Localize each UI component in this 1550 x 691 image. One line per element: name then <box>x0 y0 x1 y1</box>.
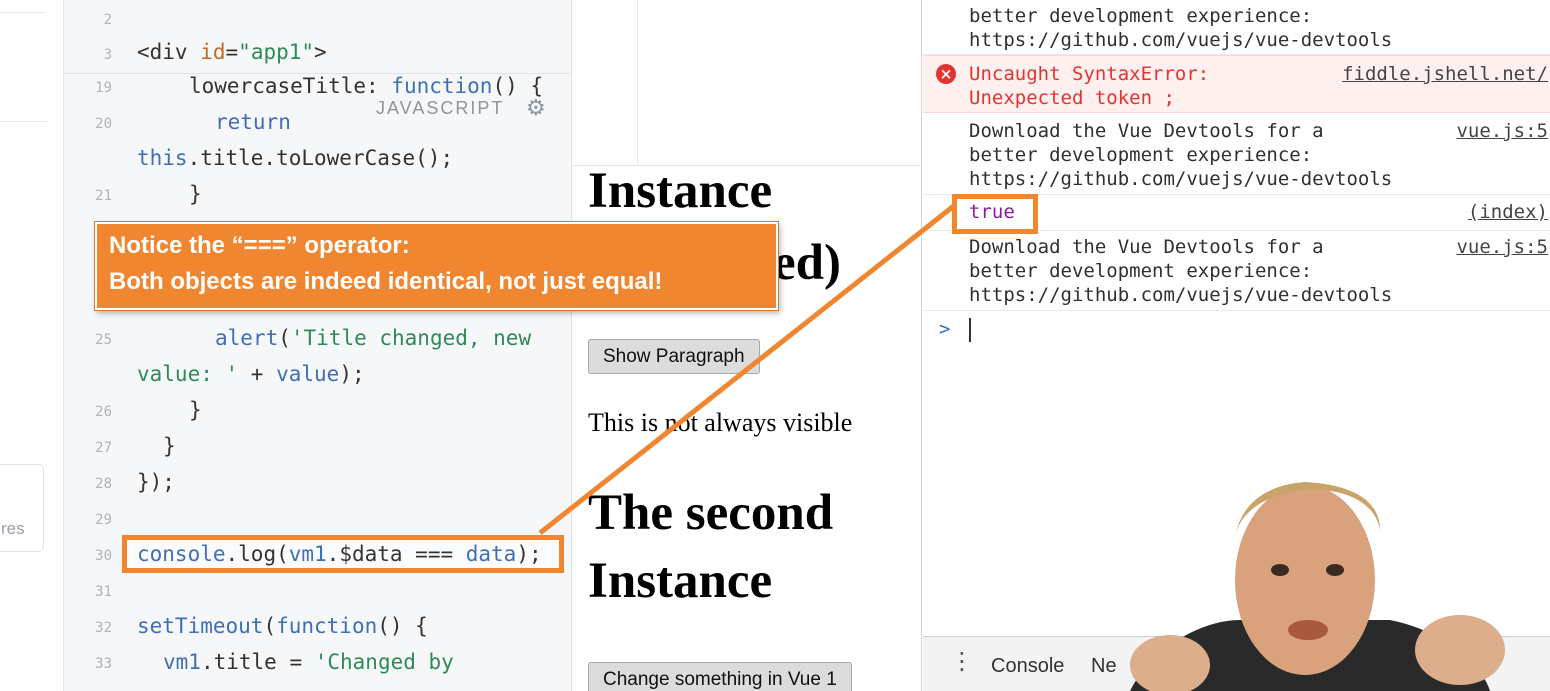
html-panel[interactable]: 2 3 <div id="app1"> <box>64 0 571 74</box>
code-text: console.log(vm1.$data === data); <box>137 542 542 566</box>
code-line: 27 } <box>64 432 571 462</box>
code-text: vm1.title = 'Changed by <box>163 650 454 674</box>
source-link[interactable]: (index) <box>1468 200 1548 224</box>
code-text: } <box>189 182 202 206</box>
devtools-console[interactable]: better development experience: https://gi… <box>923 0 1550 691</box>
code-line: 25 alert('Title changed, new <box>64 324 571 354</box>
code-text: value: ' + value); <box>137 362 365 386</box>
code-text: alert('Title changed, new <box>215 326 532 350</box>
instance-heading-continued: ed) <box>773 235 841 291</box>
code-line: 33 vm1.title = 'Changed by <box>64 648 571 678</box>
code-text: } <box>163 434 176 458</box>
console-message-text: Download the Vue Devtools for a better de… <box>969 120 1393 190</box>
error-message-text: Uncaught SyntaxError: Unexpected token ; <box>969 63 1210 109</box>
sidebar-divider <box>0 121 46 122</box>
callout-line-2: Both objects are indeed identical, not j… <box>109 268 663 295</box>
code-text: return <box>215 110 291 134</box>
result-toolbar <box>573 0 921 166</box>
more-options-icon[interactable]: ⋮ <box>950 649 974 673</box>
sidebar-divider <box>0 12 46 13</box>
line-number: 31 <box>95 584 112 600</box>
line-number: 25 <box>95 332 112 348</box>
code-line: this.title.toLowerCase(); <box>64 144 571 174</box>
error-icon: × <box>936 64 956 84</box>
code-line: 2 <box>64 6 571 32</box>
line-number: 2 <box>103 12 112 28</box>
log-highlight-box <box>952 194 1038 234</box>
line-number: 20 <box>95 116 112 132</box>
console-message: Download the Vue Devtools for a better de… <box>923 231 1550 311</box>
devtools-drawer: ⋮ Console Ne cond <box>923 636 1550 691</box>
line-number: 27 <box>95 440 112 456</box>
console-message-text: better development experience: https://gi… <box>969 5 1393 51</box>
console-message: Download the Vue Devtools for a better de… <box>923 113 1550 195</box>
code-line: 21 } <box>64 180 571 210</box>
code-editor[interactable]: 2 3 <div id="app1"> 19 lowercaseTitle: f… <box>64 0 572 691</box>
console-input[interactable] <box>969 318 971 342</box>
tab-console[interactable]: Console <box>991 655 1064 678</box>
sidebar-card[interactable]: res <box>0 464 44 552</box>
line-number: 28 <box>95 476 112 492</box>
left-sidebar: res <box>0 0 64 691</box>
line-number: 33 <box>95 656 112 672</box>
console-error: × Uncaught SyntaxError: Unexpected token … <box>923 55 1550 113</box>
code-line: 29 <box>64 504 571 534</box>
source-link[interactable]: vue.js:5 <box>1456 119 1548 143</box>
code-line: 20 return <box>64 108 571 138</box>
line-number: 29 <box>95 512 112 528</box>
code-line: 32 setTimeout(function() { <box>64 612 571 642</box>
line-number: 32 <box>95 620 112 636</box>
second-instance-heading-continued: Instance <box>588 553 773 609</box>
code-line: 26 } <box>64 396 571 426</box>
line-number: 21 <box>95 188 112 204</box>
code-line: 28 }); <box>64 468 571 498</box>
console-prompt-icon: > <box>939 318 951 340</box>
line-number: 3 <box>103 47 112 63</box>
code-text: lowercaseTitle: function() { <box>189 74 544 98</box>
console-message: better development experience: https://gi… <box>923 0 1550 55</box>
result-pane: Instance ed) Show Paragraph This is not … <box>573 0 922 691</box>
code-line: value: ' + value); <box>64 360 571 390</box>
line-number: 19 <box>95 80 112 96</box>
second-instance-heading: The second <box>588 485 834 541</box>
sidebar-card-label: res <box>1 519 25 538</box>
code-text: this.title.toLowerCase(); <box>137 146 454 170</box>
tab-network[interactable]: Ne <box>1091 655 1117 678</box>
line-number: 30 <box>95 548 112 564</box>
code-line: 31 <box>64 576 571 606</box>
paragraph-text: This is not always visible <box>588 408 853 437</box>
instance-heading: Instance <box>588 163 773 219</box>
toolbar-divider <box>637 0 638 166</box>
annotation-callout: Notice the “===” operator: Both objects … <box>95 222 778 310</box>
line-number: 26 <box>95 404 112 420</box>
code-text: <div id="app1"> <box>137 40 327 64</box>
code-text: } <box>189 398 202 422</box>
code-line: 30 console.log(vm1.$data === data); <box>64 540 571 570</box>
console-message-text: Download the Vue Devtools for a better de… <box>969 236 1393 306</box>
tab-rendering[interactable]: cond <box>1179 655 1222 678</box>
callout-line-1: Notice the “===” operator: <box>109 232 410 259</box>
error-source-link[interactable]: fiddle.jshell.net/ <box>1342 62 1548 86</box>
show-paragraph-button[interactable]: Show Paragraph <box>588 339 760 374</box>
code-line: 3 <div id="app1"> <box>64 40 571 68</box>
change-something-button[interactable]: Change something in Vue 1 <box>588 662 852 691</box>
code-text: setTimeout(function() { <box>137 614 428 638</box>
source-link[interactable]: vue.js:5 <box>1456 235 1548 259</box>
code-text: }); <box>137 470 175 494</box>
